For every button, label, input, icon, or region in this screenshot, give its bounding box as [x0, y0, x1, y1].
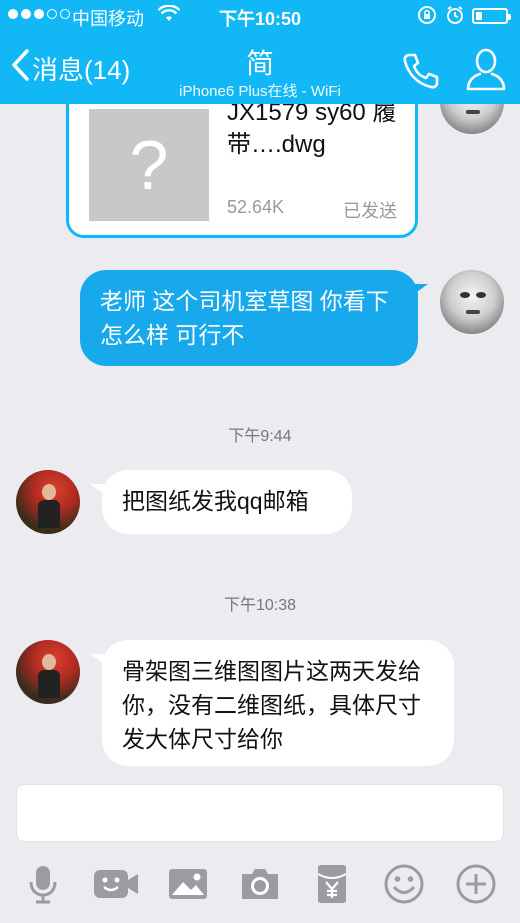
status-time: 下午10:50 [218, 9, 302, 29]
my-avatar[interactable] [440, 104, 504, 134]
microphone-icon [29, 866, 57, 904]
microphone-button[interactable] [21, 862, 65, 906]
timestamp: 下午10:38 [223, 597, 297, 614]
contact-avatar[interactable] [16, 640, 80, 704]
profile-button[interactable] [464, 46, 508, 92]
message-bubble-received[interactable]: 把图纸发我qq邮箱 [102, 470, 352, 534]
file-name: JX1579 sy60 履带….dwg [227, 104, 397, 158]
timestamp: 下午9:44 [228, 428, 292, 445]
video-call-icon [94, 870, 138, 898]
red-packet-icon [317, 865, 347, 903]
camera-button[interactable] [238, 862, 282, 906]
red-packet-button[interactable] [310, 862, 354, 906]
video-call-button[interactable] [93, 862, 139, 906]
file-message-card[interactable]: ? JX1579 sy60 履带….dwg 52.64K 已发送 [66, 104, 418, 238]
message-bubble-received[interactable]: 骨架图三维图图片这两天发给你，没有二维图纸，具体尺寸发大体尺寸给你 [102, 640, 454, 766]
phone-icon [403, 53, 439, 89]
battery-icon [472, 8, 511, 24]
emoji-icon [384, 864, 424, 904]
input-toolbar [0, 852, 520, 916]
image-icon [169, 869, 207, 899]
emoji-button[interactable] [382, 862, 426, 906]
camera-icon [242, 869, 278, 899]
image-button[interactable] [166, 862, 210, 906]
contact-avatar[interactable] [16, 470, 80, 534]
message-text: 把图纸发我qq邮箱 [122, 488, 309, 514]
message-input[interactable] [16, 784, 504, 842]
unknown-file-icon: ? [89, 109, 209, 221]
phone-call-button[interactable] [400, 50, 442, 92]
add-icon [456, 864, 496, 904]
top-bar: 中国移动 下午10:50 消息(14) 简 iPhone6 Plus在线 - W… [0, 0, 520, 104]
rotation-lock-icon [417, 5, 437, 30]
message-text: 骨架图三维图图片这两天发给你，没有二维图纸，具体尺寸发大体尺寸给你 [122, 658, 421, 752]
message-text: 老师 这个司机室草图 你看下 怎么样 可行不 [100, 288, 389, 348]
status-bar: 中国移动 下午10:50 [0, 0, 520, 34]
add-button[interactable] [454, 862, 498, 906]
alarm-icon [445, 5, 465, 30]
message-bubble-sent[interactable]: 老师 这个司机室草图 你看下 怎么样 可行不 [80, 270, 418, 366]
file-size: 52.64K [227, 197, 285, 217]
person-icon [466, 48, 506, 91]
chat-subtitle: iPhone6 Plus在线 - WiFi [179, 83, 341, 100]
chat-title: 简 [245, 48, 274, 79]
chat-area[interactable]: ? JX1579 sy60 履带….dwg 52.64K 已发送 老师 这个司机… [0, 104, 520, 780]
my-avatar[interactable] [440, 270, 504, 334]
file-status: 已发送 [343, 201, 397, 221]
